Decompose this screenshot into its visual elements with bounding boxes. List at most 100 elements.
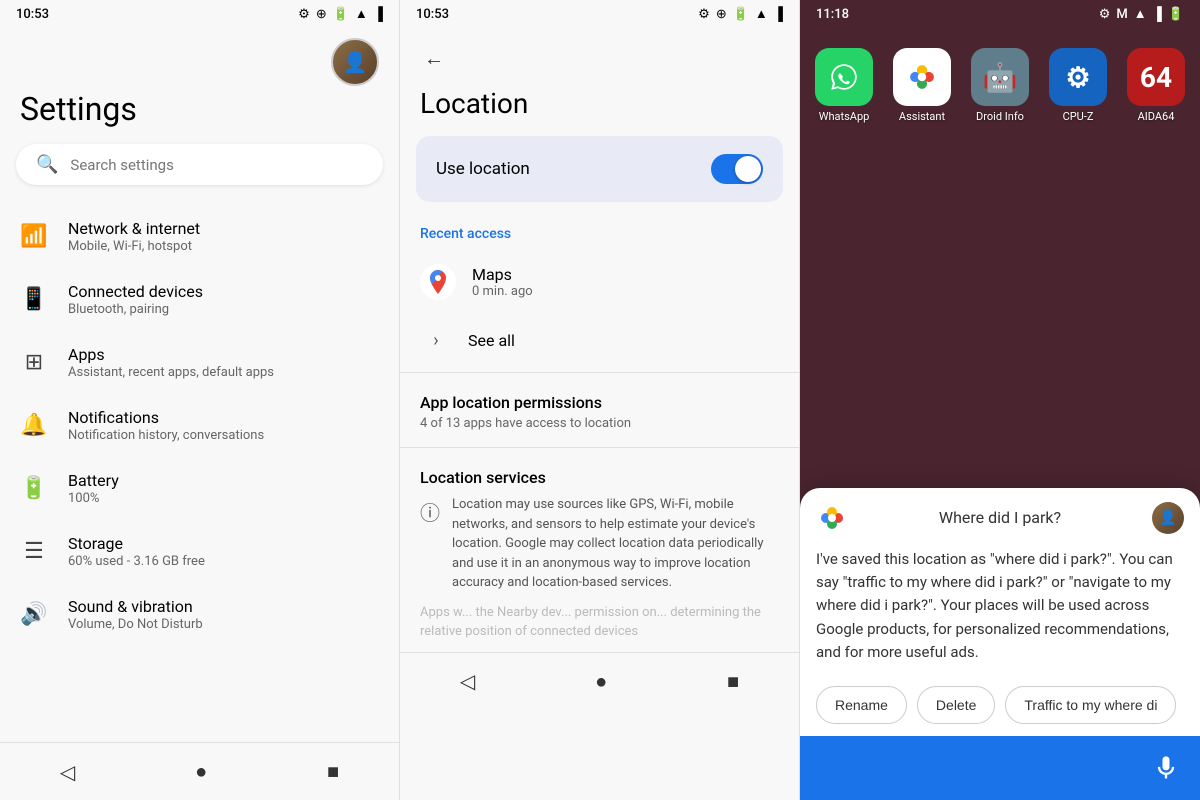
delete-button[interactable]: Delete [917, 686, 995, 724]
assistant-icon-app [893, 48, 951, 106]
settings-item-text-sound: Sound & vibration Volume, Do Not Disturb [68, 597, 203, 632]
whatsapp-label: WhatsApp [819, 110, 870, 123]
settings-item-network[interactable]: 📶 Network & internet Mobile, Wi-Fi, hots… [0, 205, 399, 268]
settings-item-title-notifications: Notifications [68, 408, 264, 427]
settings-item-text-connected: Connected devices Bluetooth, pairing [68, 282, 203, 317]
signal-status-icon: ▐ [374, 6, 383, 22]
see-all-item[interactable]: › See all [400, 312, 799, 368]
use-location-card: Use location [416, 136, 783, 202]
nav-back-1[interactable]: ◁ [40, 756, 95, 788]
app-permissions-header: App location permissions [400, 377, 799, 416]
wifi-icon-3: ▲ [1134, 6, 1147, 22]
cpu-z-label: CPU-Z [1063, 110, 1094, 123]
settings-item-storage[interactable]: ☰ Storage 60% used - 3.16 GB free [0, 520, 399, 583]
signal-icon-3: ▐ [1153, 6, 1162, 22]
microphone-icon[interactable] [1148, 750, 1184, 786]
settings-item-text-storage: Storage 60% used - 3.16 GB free [68, 534, 205, 569]
settings-item-battery[interactable]: 🔋 Battery 100% [0, 457, 399, 520]
wifi-icon-2: ▲ [755, 6, 768, 22]
aida64-icon-app: 64 [1127, 48, 1185, 106]
app-grid: WhatsApp Assistant 🤖 Droid Info ⚙ CPU-Z [800, 28, 1200, 131]
assistant-message: I've saved this location as "where did i… [800, 544, 1200, 678]
nav-home-2[interactable]: ● [575, 665, 627, 698]
divider-2 [400, 447, 799, 448]
settings-item-text-notifications: Notifications Notification history, conv… [68, 408, 264, 443]
nav-recents-1[interactable]: ■ [307, 755, 359, 788]
location-panel: 10:53 ⚙ ⊕ 🔋 ▲ ▐ ← Location Use location … [400, 0, 800, 800]
settings-panel: 10:53 ⚙ ⊕ 🔋 ▲ ▐ 👤 Settings 🔍 Search sett… [0, 0, 400, 800]
search-bar[interactable]: 🔍 Search settings [16, 144, 383, 185]
app-assistant[interactable]: Assistant [893, 48, 951, 123]
faded-text: Apps w... the Nearby dev... permission o… [400, 593, 799, 652]
status-icons-3: ⚙ M ▲ ▐ 🔋 [1099, 6, 1184, 22]
storage-icon: ☰ [20, 538, 48, 566]
search-placeholder: Search settings [70, 156, 173, 174]
assistant-actions: Rename Delete Traffic to my where di [800, 678, 1200, 736]
traffic-button[interactable]: Traffic to my where di [1005, 686, 1176, 724]
avatar-container: 👤 [0, 28, 399, 90]
notifications-icon: 🔔 [20, 412, 48, 440]
mail-icon: M [1116, 7, 1127, 22]
maps-item[interactable]: Maps 0 min. ago [400, 252, 799, 312]
settings-item-connected[interactable]: 📱 Connected devices Bluetooth, pairing [0, 268, 399, 331]
droid-info-label: Droid Info [976, 110, 1024, 123]
settings-item-text-battery: Battery 100% [68, 471, 119, 506]
status-bar-2: 10:53 ⚙ ⊕ 🔋 ▲ ▐ [400, 0, 799, 28]
nav-home-1[interactable]: ● [175, 755, 227, 788]
settings-item-title-connected: Connected devices [68, 282, 203, 301]
use-location-label: Use location [436, 159, 530, 179]
settings-item-subtitle-network: Mobile, Wi-Fi, hotspot [68, 239, 200, 254]
settings-item-title-storage: Storage [68, 534, 205, 553]
connected-devices-icon: 📱 [20, 286, 48, 314]
nav-bar-2: ◁ ● ■ [400, 652, 799, 710]
settings-item-title-battery: Battery [68, 471, 119, 490]
location-title: Location [400, 79, 799, 136]
assistant-header: Where did I park? 👤 [800, 488, 1200, 544]
settings-item-notifications[interactable]: 🔔 Notifications Notification history, co… [0, 394, 399, 457]
maps-text: Maps 0 min. ago [472, 265, 533, 299]
status-bar-3: 11:18 ⚙ M ▲ ▐ 🔋 [800, 0, 1200, 28]
aida64-label: AIDA64 [1138, 110, 1175, 123]
app-cpu-z[interactable]: ⚙ CPU-Z [1049, 48, 1107, 123]
page-title: Settings [0, 90, 399, 144]
nav-recents-2[interactable]: ■ [707, 665, 759, 698]
settings-item-text-network: Network & internet Mobile, Wi-Fi, hotspo… [68, 219, 200, 254]
status-icons-1: ⚙ ⊕ 🔋 ▲ ▐ [298, 6, 383, 22]
user-avatar[interactable]: 👤 [331, 38, 379, 86]
sound-icon: 🔊 [20, 601, 48, 629]
settings-item-subtitle-sound: Volume, Do Not Disturb [68, 617, 203, 632]
back-button[interactable]: ← [416, 38, 452, 79]
location-services-header: Location services [400, 452, 799, 495]
recent-access-label: Recent access [400, 218, 799, 252]
status-bar-1: 10:53 ⚙ ⊕ 🔋 ▲ ▐ [0, 0, 399, 28]
settings-item-title-sound: Sound & vibration [68, 597, 203, 616]
app-aida64[interactable]: 64 AIDA64 [1127, 48, 1185, 123]
settings-item-apps[interactable]: ⊞ Apps Assistant, recent apps, default a… [0, 331, 399, 394]
droid-info-icon-app: 🤖 [971, 48, 1029, 106]
settings-list: 📶 Network & internet Mobile, Wi-Fi, hots… [0, 205, 399, 742]
location-toggle[interactable] [711, 154, 763, 184]
settings-item-subtitle-storage: 60% used - 3.16 GB free [68, 554, 205, 569]
user-avatar-assistant: 👤 [1152, 502, 1184, 534]
assistant-input-bar [800, 736, 1200, 800]
settings-item-sound[interactable]: 🔊 Sound & vibration Volume, Do Not Distu… [0, 583, 399, 646]
time-3: 11:18 [816, 7, 849, 22]
mic-svg [1152, 754, 1180, 782]
settings-item-text-apps: Apps Assistant, recent apps, default app… [68, 345, 274, 380]
maps-app-icon [420, 264, 456, 300]
nav-bar-1: ◁ ● ■ [0, 742, 399, 800]
home-panel: 11:18 ⚙ M ▲ ▐ 🔋 WhatsApp [800, 0, 1200, 800]
status-icons-2: ⚙ ⊕ 🔋 ▲ ▐ [698, 6, 783, 22]
settings-item-subtitle-apps: Assistant, recent apps, default apps [68, 365, 274, 380]
divider-1 [400, 372, 799, 373]
maps-app-time: 0 min. ago [472, 284, 533, 299]
settings-item-title-network: Network & internet [68, 219, 200, 238]
see-all-text: See all [468, 331, 515, 350]
app-whatsapp[interactable]: WhatsApp [815, 48, 873, 123]
rename-button[interactable]: Rename [816, 686, 907, 724]
settings-item-subtitle-battery: 100% [68, 491, 119, 506]
info-text: Location may use sources like GPS, Wi-Fi… [452, 495, 779, 593]
gear-icon-2: ⚙ [698, 7, 710, 22]
app-droid-info[interactable]: 🤖 Droid Info [971, 48, 1029, 123]
nav-back-2[interactable]: ◁ [440, 665, 495, 697]
